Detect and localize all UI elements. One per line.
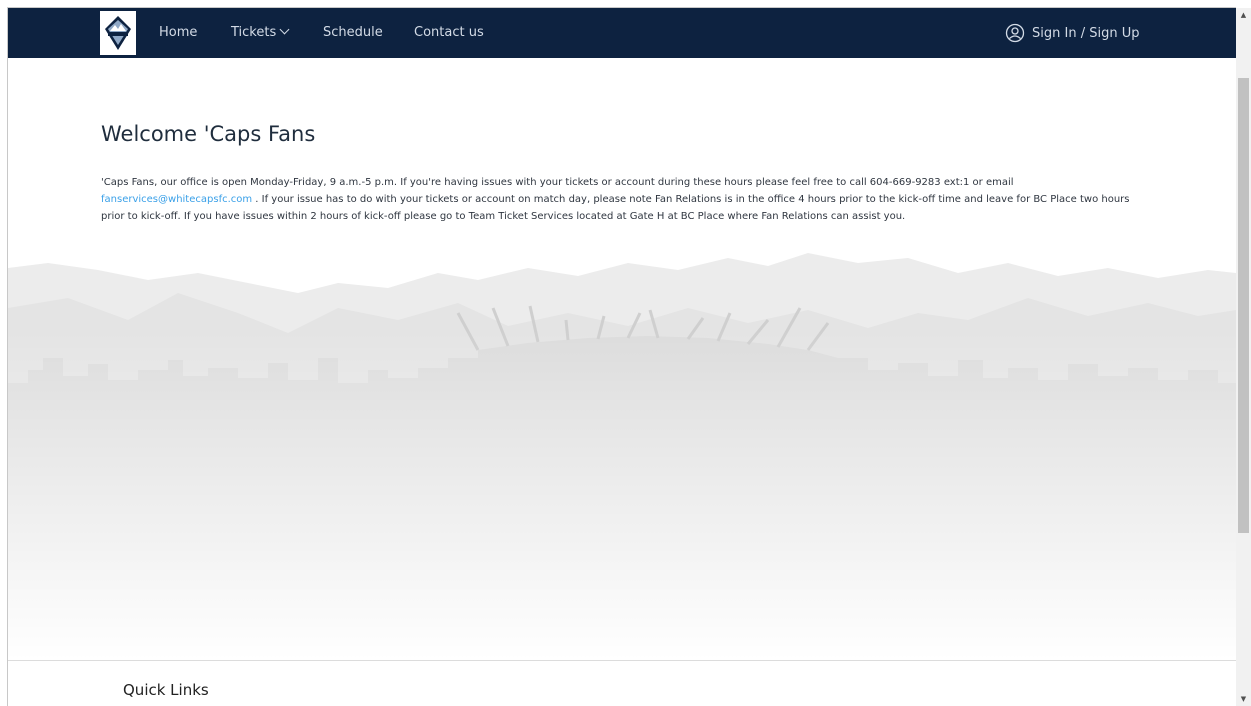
section-divider <box>8 660 1236 661</box>
scrollbar-thumb[interactable] <box>1238 78 1249 533</box>
nav-home-label: Home <box>159 25 198 40</box>
nav-schedule-link[interactable]: Schedule <box>323 24 383 42</box>
nav-contact-link[interactable]: Contact us <box>414 24 484 42</box>
fanservices-email-link[interactable]: fanservices@whitecapsfc.com <box>101 194 252 205</box>
intro-paragraph: 'Caps Fans, our office is open Monday-Fr… <box>101 174 1141 225</box>
page: Home Tickets Schedule Contact us Sign In… <box>0 0 1251 706</box>
intro-text-part2: . If your issue has to do with your tick… <box>101 194 1130 222</box>
arrow-up-icon[interactable]: ▲ <box>1236 8 1251 22</box>
user-circle-icon <box>1005 23 1025 43</box>
quick-links-heading: Quick Links <box>123 681 209 699</box>
whitecaps-crest-icon[interactable] <box>100 11 136 55</box>
sign-in-button[interactable]: Sign In / Sign Up <box>1005 22 1139 44</box>
sign-in-label: Sign In / Sign Up <box>1032 25 1140 41</box>
nav-home-link[interactable]: Home <box>159 24 197 42</box>
intro-text-part1: 'Caps Fans, our office is open Monday-Fr… <box>101 177 1014 188</box>
chevron-down-icon <box>279 24 290 35</box>
nav-tickets-dropdown[interactable]: Tickets <box>231 24 290 42</box>
skyline-background-illustration <box>8 58 1236 660</box>
nav-contact-label: Contact us <box>414 25 484 40</box>
vertical-scrollbar[interactable]: ▲ ▼ <box>1236 8 1251 706</box>
nav-tickets-label: Tickets <box>231 25 277 40</box>
arrow-down-icon[interactable]: ▼ <box>1236 692 1251 706</box>
top-navbar: Home Tickets Schedule Contact us Sign In… <box>8 8 1236 58</box>
page-title: Welcome 'Caps Fans <box>101 122 316 146</box>
nav-schedule-label: Schedule <box>323 25 383 40</box>
